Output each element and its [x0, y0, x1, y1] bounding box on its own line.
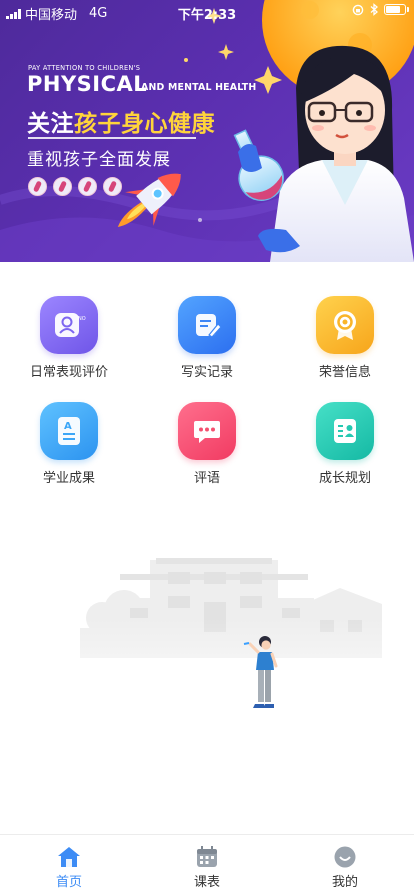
grid-item-comments[interactable]: 评语 — [138, 402, 276, 486]
school-empty-illustration — [0, 558, 414, 728]
medal-icon — [316, 296, 374, 354]
banner-title-highlight: 孩子身心健康 — [74, 111, 215, 137]
rotation-lock-icon — [352, 4, 364, 15]
tab-label: 我的 — [331, 875, 358, 890]
banner-title: 关注孩子身心健康 — [27, 104, 215, 138]
battery-icon — [384, 4, 409, 15]
function-grid: NO 日常表现评价 写实记录 荣誉信息 A 学业成果 评语 成长规划 — [0, 296, 414, 486]
grid-item-academic-results[interactable]: A 学业成果 — [0, 402, 138, 486]
bluetooth-icon — [370, 3, 378, 16]
grid-item-honors[interactable]: 荣誉信息 — [276, 296, 414, 380]
running-icon — [103, 177, 122, 196]
teacher-illustration — [233, 45, 414, 262]
note-pen-icon — [178, 296, 236, 354]
banner-small-text: PAY ATTENTION TO CHILDREN'S — [28, 64, 141, 72]
app-screen: 中国移动 4G 下午2:33 PAY ATTENTION TO CHILDREN… — [0, 0, 414, 896]
grid-item-label: 成长规划 — [318, 471, 371, 486]
grid-item-growth-plan[interactable]: 成长规划 — [276, 402, 414, 486]
banner-sport-icons — [28, 177, 122, 196]
grid-item-daily-evaluation[interactable]: NO 日常表现评价 — [0, 296, 138, 380]
banner-big-word: PHYSICAL — [27, 72, 148, 96]
svg-text:A: A — [64, 421, 72, 432]
tab-label: 首页 — [55, 875, 82, 890]
contact-card-icon — [316, 402, 374, 460]
grid-item-factual-record[interactable]: 写实记录 — [138, 296, 276, 380]
profile-card-icon: NO — [40, 296, 98, 354]
tab-schedule[interactable]: 课表 — [138, 835, 276, 896]
grid-item-label: 日常表现评价 — [29, 365, 108, 380]
tab-mine[interactable]: 我的 — [276, 835, 414, 896]
gymnastics-icon — [53, 177, 72, 196]
status-right — [352, 3, 409, 16]
grid-item-label: 学业成果 — [42, 471, 95, 486]
user-face-icon — [334, 846, 356, 868]
grid-item-label: 荣誉信息 — [318, 365, 371, 380]
banner-title-prefix: 关注 — [27, 111, 74, 137]
status-bar: 中国移动 4G 下午2:33 — [0, 0, 414, 24]
tab-home[interactable]: 首页 — [0, 835, 138, 896]
grade-document-icon: A — [40, 402, 98, 460]
banner-big-suffix: AND MENTAL HEALTH — [141, 82, 257, 93]
home-icon — [58, 847, 80, 867]
svg-text:NO: NO — [78, 316, 86, 322]
banner-divider — [28, 137, 196, 139]
chat-bubble-icon — [178, 402, 236, 460]
bottom-tab-bar: 首页 课表 我的 — [0, 834, 414, 896]
dance-icon — [28, 177, 47, 196]
basketball-icon — [78, 177, 97, 196]
banner-subtitle: 重视孩子全面发展 — [27, 150, 171, 170]
grid-item-label: 写实记录 — [180, 365, 233, 380]
tab-label: 课表 — [193, 875, 220, 890]
grid-item-label: 评语 — [193, 471, 220, 486]
promo-banner[interactable]: 中国移动 4G 下午2:33 PAY ATTENTION TO CHILDREN… — [0, 0, 414, 262]
calendar-icon — [197, 846, 217, 867]
